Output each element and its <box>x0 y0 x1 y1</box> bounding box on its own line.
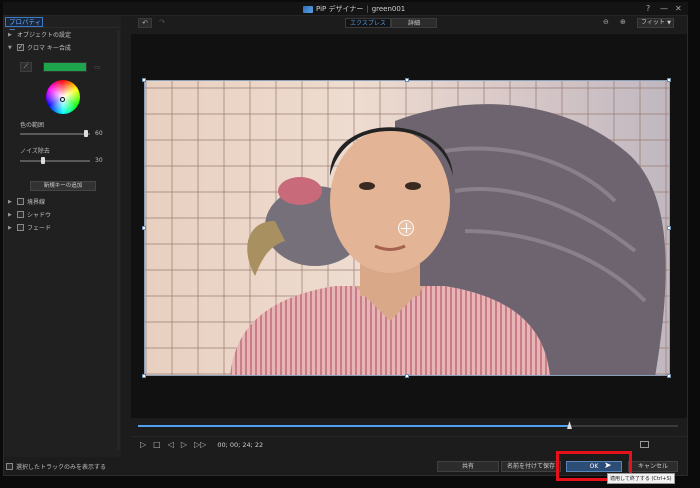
stop-icon[interactable]: □ <box>153 440 161 449</box>
expand-arrow-icon: ▶ <box>8 224 12 231</box>
redo-button[interactable]: ↷ <box>155 18 169 28</box>
fast-forward-icon[interactable]: ▷▷ <box>194 440 206 449</box>
chroma-key-body: ⟋ ▭ 色の範囲 60 ノイズ除去 30 新規キーの追加 <box>8 54 117 195</box>
panel-tab-bar: プロパティー <box>4 16 121 34</box>
pip-logo-icon <box>303 5 313 13</box>
resize-handle-left[interactable] <box>142 226 146 230</box>
cancel-label: キャンセル <box>637 463 668 470</box>
resize-handle-bottom-left[interactable] <box>142 374 146 378</box>
ok-tooltip: 適用して終了する (Ctrl+S) <box>607 473 675 484</box>
noise-removal-label: ノイズ除去 <box>20 148 50 155</box>
document-name: green001 <box>371 5 406 13</box>
add-new-key-button[interactable]: 新規キーの追加 <box>30 181 96 191</box>
resize-handle-bottom-right[interactable] <box>667 374 671 378</box>
color-range-thumb[interactable] <box>84 130 88 137</box>
eyedropper-icon[interactable]: ⟋ <box>20 62 32 72</box>
section-label: クロマ キー合成 <box>27 45 71 52</box>
zoom-out-icon[interactable]: ⊖ <box>603 18 609 26</box>
zoom-fit-select[interactable]: フィット ▼ <box>637 18 674 28</box>
timeline-slider[interactable] <box>138 425 678 427</box>
share-label: 共有 <box>461 463 474 470</box>
expand-arrow-icon: ▶ <box>8 198 12 205</box>
prev-frame-icon[interactable]: ◁ <box>168 440 174 449</box>
section-label: 境界線 <box>27 199 46 206</box>
section-object-settings[interactable]: ▶ オブジェクトの設定 <box>4 28 121 41</box>
section-fade[interactable]: ▶ フェード <box>4 221 121 234</box>
resize-handle-top-right[interactable] <box>667 78 671 82</box>
expand-arrow-icon: ▶ <box>8 211 12 218</box>
mode-toggle: エクスプレス 詳細 <box>345 18 437 28</box>
title-bar: PiP デザイナー | green001 ? — ✕ <box>3 2 688 16</box>
transport-divider <box>131 436 687 437</box>
section-border[interactable]: ▶ 境界線 <box>4 195 121 208</box>
tab-advanced[interactable]: 詳細 <box>391 18 437 28</box>
resize-handle-bottom[interactable] <box>405 374 409 378</box>
panel-scrollbar[interactable] <box>117 30 120 450</box>
color-range-value: 60 <box>95 130 103 137</box>
transport-controls: ▷ □ ◁ ▷ ▷▷ 00; 00; 24; 22 <box>140 440 263 449</box>
noise-removal-slider[interactable] <box>20 160 90 162</box>
resize-handle-top-left[interactable] <box>142 78 146 82</box>
fullscreen-icon[interactable] <box>640 441 649 448</box>
next-frame-icon[interactable]: ▷ <box>181 440 187 449</box>
resize-handle-right[interactable] <box>667 226 671 230</box>
show-selected-track-option[interactable]: 選択したトラックのみを表示する <box>6 462 106 471</box>
show-selected-track-checkbox[interactable] <box>6 463 13 470</box>
app-title: PiP デザイナー <box>316 5 364 13</box>
noise-removal-value: 30 <box>95 157 103 164</box>
section-label: オブジェクトの設定 <box>17 32 72 39</box>
color-range-slider[interactable] <box>20 133 90 135</box>
resize-handle-top[interactable] <box>405 78 409 82</box>
undo-button[interactable]: ↶ <box>138 18 152 28</box>
section-chroma-key[interactable]: ▼ ✓ クロマ キー合成 <box>4 41 121 54</box>
minimize-button[interactable]: — <box>660 4 668 13</box>
color-range-label: 色の範囲 <box>20 122 45 129</box>
timeline-progress <box>138 425 570 427</box>
tab-properties[interactable]: プロパティー <box>5 17 43 34</box>
play-icon[interactable]: ▷ <box>140 440 146 449</box>
help-button[interactable]: ? <box>646 4 650 13</box>
key-color-swatch[interactable] <box>43 62 87 72</box>
timecode: 00; 00; 24; 22 <box>217 440 264 449</box>
border-checkbox[interactable] <box>17 198 24 205</box>
cancel-button[interactable]: キャンセル <box>628 461 678 472</box>
chroma-key-checkbox[interactable]: ✓ <box>17 44 24 51</box>
zoom-in-icon[interactable]: ⊕ <box>620 18 626 26</box>
move-crosshair-icon[interactable] <box>398 220 414 236</box>
collapse-arrow-icon: ▼ <box>8 44 12 51</box>
section-shadow[interactable]: ▶ シャドウ <box>4 208 121 221</box>
fit-select-value: フィット <box>641 19 665 26</box>
tab-express[interactable]: エクスプレス <box>345 18 391 28</box>
share-button[interactable]: 共有 <box>437 461 499 472</box>
shadow-checkbox[interactable] <box>17 211 24 218</box>
close-button[interactable]: ✕ <box>675 4 682 13</box>
window-title: PiP デザイナー | green001 <box>303 4 405 14</box>
color-wheel-marker[interactable] <box>60 97 65 102</box>
fade-checkbox[interactable] <box>17 224 24 231</box>
save-as-label: 名前を付けて保存 <box>506 463 555 470</box>
show-selected-track-label: 選択したトラックのみを表示する <box>16 464 107 471</box>
noise-removal-thumb[interactable] <box>41 157 45 164</box>
title-separator: | <box>366 5 369 13</box>
save-as-button[interactable]: 名前を付けて保存 <box>501 461 561 472</box>
trash-icon[interactable]: ▭ <box>94 62 103 72</box>
section-label: フェード <box>27 225 52 232</box>
mouse-cursor-icon: ➤ <box>604 461 612 471</box>
chevron-down-icon: ▼ <box>667 20 671 26</box>
section-label: シャドウ <box>27 212 52 219</box>
properties-panel: プロパティー ▶ オブジェクトの設定 ▼ ✓ クロマ キー合成 ⟋ ▭ 色の範囲… <box>4 16 121 457</box>
